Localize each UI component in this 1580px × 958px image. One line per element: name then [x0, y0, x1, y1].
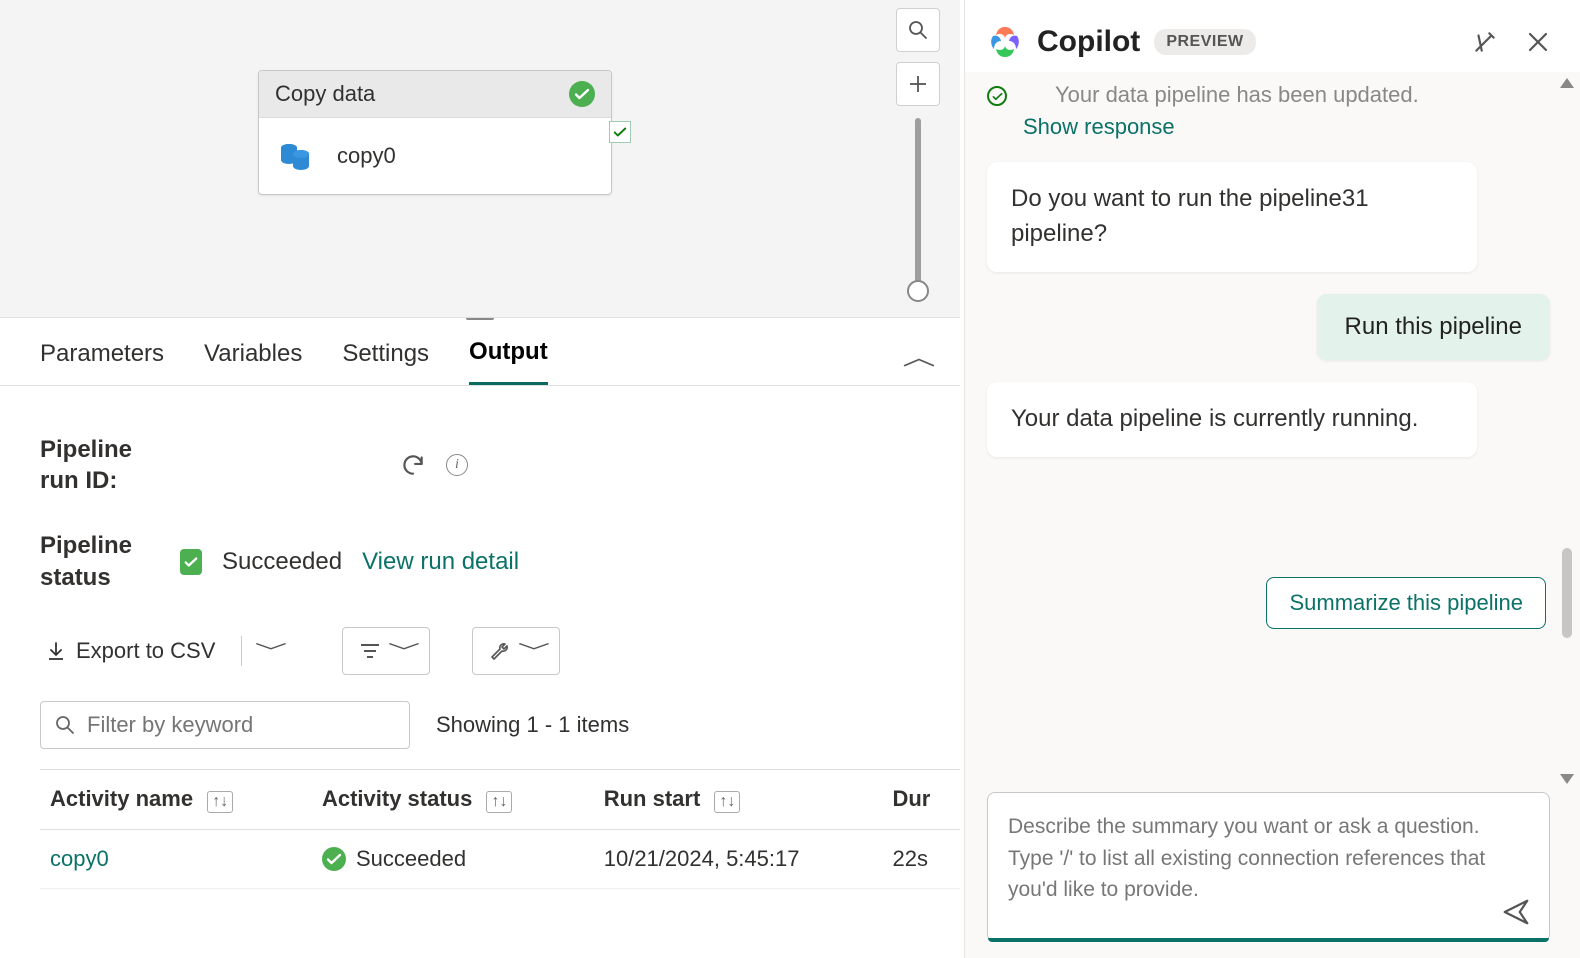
- success-icon: [569, 81, 595, 107]
- sort-icon[interactable]: ↑↓: [486, 791, 512, 813]
- search-icon: [55, 715, 75, 735]
- zoom-handle[interactable]: [907, 280, 929, 302]
- search-button[interactable]: [896, 8, 940, 52]
- tabs: Parameters Variables Settings Output ︿: [0, 318, 960, 386]
- tab-settings[interactable]: Settings: [342, 340, 429, 384]
- filter-input[interactable]: [87, 712, 395, 738]
- copilot-conversation: Your data pipeline has been updated. Sho…: [965, 72, 1580, 792]
- row-run-start: 10/21/2024, 5:45:17: [604, 846, 800, 871]
- col-activity-status[interactable]: Activity status ↑↓: [312, 769, 594, 829]
- showing-count: Showing 1 - 1 items: [436, 712, 629, 738]
- activity-card-copy-data[interactable]: Copy data copy0: [258, 70, 612, 195]
- col-activity-name[interactable]: Activity name ↑↓: [40, 769, 312, 829]
- chevron-down-icon: ﹀: [518, 638, 550, 664]
- copilot-header: Copilot PREVIEW: [965, 0, 1580, 72]
- user-message: Run this pipeline: [1317, 294, 1550, 361]
- scrollbar[interactable]: [1558, 72, 1576, 792]
- col-duration[interactable]: Dur: [882, 769, 960, 829]
- export-dropdown-icon[interactable]: ﹀: [255, 638, 287, 664]
- row-status: Succeeded: [356, 846, 466, 872]
- copilot-message: Do you want to run the pipeline31 pipeli…: [987, 162, 1477, 272]
- status-done-icon: [987, 86, 1007, 106]
- info-icon[interactable]: i: [446, 454, 468, 476]
- zoom-slider[interactable]: [915, 118, 921, 298]
- send-icon[interactable]: [1501, 897, 1531, 927]
- bottom-panel: Parameters Variables Settings Output ︿ P…: [0, 318, 960, 958]
- copilot-message: Your data pipeline is currently running.: [987, 382, 1477, 457]
- activity-title: Copy data: [275, 81, 375, 107]
- suggestion-summarize[interactable]: Summarize this pipeline: [1266, 577, 1546, 629]
- success-connector-icon[interactable]: [609, 121, 631, 143]
- table-row[interactable]: copy0 Succeeded 10/21/2024, 5:45:17 22s: [40, 829, 960, 888]
- sort-icon[interactable]: ↑↓: [207, 791, 233, 813]
- col-run-start[interactable]: Run start ↑↓: [594, 769, 883, 829]
- filter-input-wrapper[interactable]: [40, 701, 410, 749]
- add-button[interactable]: [896, 62, 940, 106]
- success-icon: [322, 847, 346, 871]
- activity-name: copy0: [337, 143, 396, 169]
- filter-columns-button[interactable]: ﹀: [342, 627, 430, 675]
- status-label: Pipeline status: [40, 530, 160, 592]
- output-toolbar: Export to CSV ﹀ ﹀ ﹀: [40, 627, 920, 675]
- canvas-tools: [896, 8, 940, 298]
- copilot-title: Copilot: [1037, 25, 1140, 59]
- preview-badge: PREVIEW: [1154, 29, 1255, 55]
- main-area: Copy data copy0: [0, 0, 960, 958]
- database-icon: [275, 136, 315, 176]
- chevron-down-icon: ﹀: [388, 638, 420, 664]
- scroll-thumb[interactable]: [1562, 548, 1572, 638]
- sort-icon[interactable]: ↑↓: [714, 791, 740, 813]
- clear-chat-icon[interactable]: [1472, 29, 1498, 55]
- tab-output[interactable]: Output: [469, 338, 548, 385]
- status-success-icon: [180, 549, 202, 575]
- scroll-up-icon[interactable]: [1560, 78, 1574, 88]
- divider: [241, 636, 242, 666]
- activity-card-header: Copy data: [259, 71, 611, 118]
- export-csv-label: Export to CSV: [76, 638, 215, 664]
- pipeline-canvas[interactable]: Copy data copy0: [0, 0, 960, 318]
- output-table: Activity name ↑↓ Activity status ↑↓ Run …: [40, 769, 960, 889]
- copilot-panel: Copilot PREVIEW Your data pipeline has b…: [964, 0, 1580, 958]
- refresh-icon[interactable]: [400, 452, 426, 478]
- export-csv-button[interactable]: Export to CSV: [40, 632, 221, 670]
- composer-focus-bar: [988, 938, 1549, 942]
- tab-parameters[interactable]: Parameters: [40, 340, 164, 384]
- output-panel: Pipeline run ID: i Pipeline status Succe…: [0, 386, 960, 889]
- composer[interactable]: Describe the summary you want or ask a q…: [987, 792, 1550, 942]
- close-icon[interactable]: [1526, 30, 1550, 54]
- status-value: Succeeded: [222, 548, 342, 576]
- clipped-status-message: Your data pipeline has been updated.: [1055, 82, 1419, 108]
- composer-placeholder: Describe the summary you want or ask a q…: [1008, 811, 1529, 906]
- row-activity-name[interactable]: copy0: [50, 846, 109, 871]
- settings-wrench-button[interactable]: ﹀: [472, 627, 560, 675]
- row-duration: 22s: [892, 846, 927, 871]
- run-id-label: Pipeline run ID:: [40, 434, 160, 496]
- scroll-down-icon[interactable]: [1560, 774, 1574, 784]
- activity-card-body: copy0: [259, 118, 611, 194]
- collapse-panel-icon[interactable]: ︿: [902, 340, 935, 372]
- copilot-logo-icon: [987, 24, 1023, 60]
- tab-variables[interactable]: Variables: [204, 340, 302, 384]
- view-run-detail-link[interactable]: View run detail: [362, 548, 519, 576]
- show-response-link[interactable]: Show response: [1023, 114, 1175, 140]
